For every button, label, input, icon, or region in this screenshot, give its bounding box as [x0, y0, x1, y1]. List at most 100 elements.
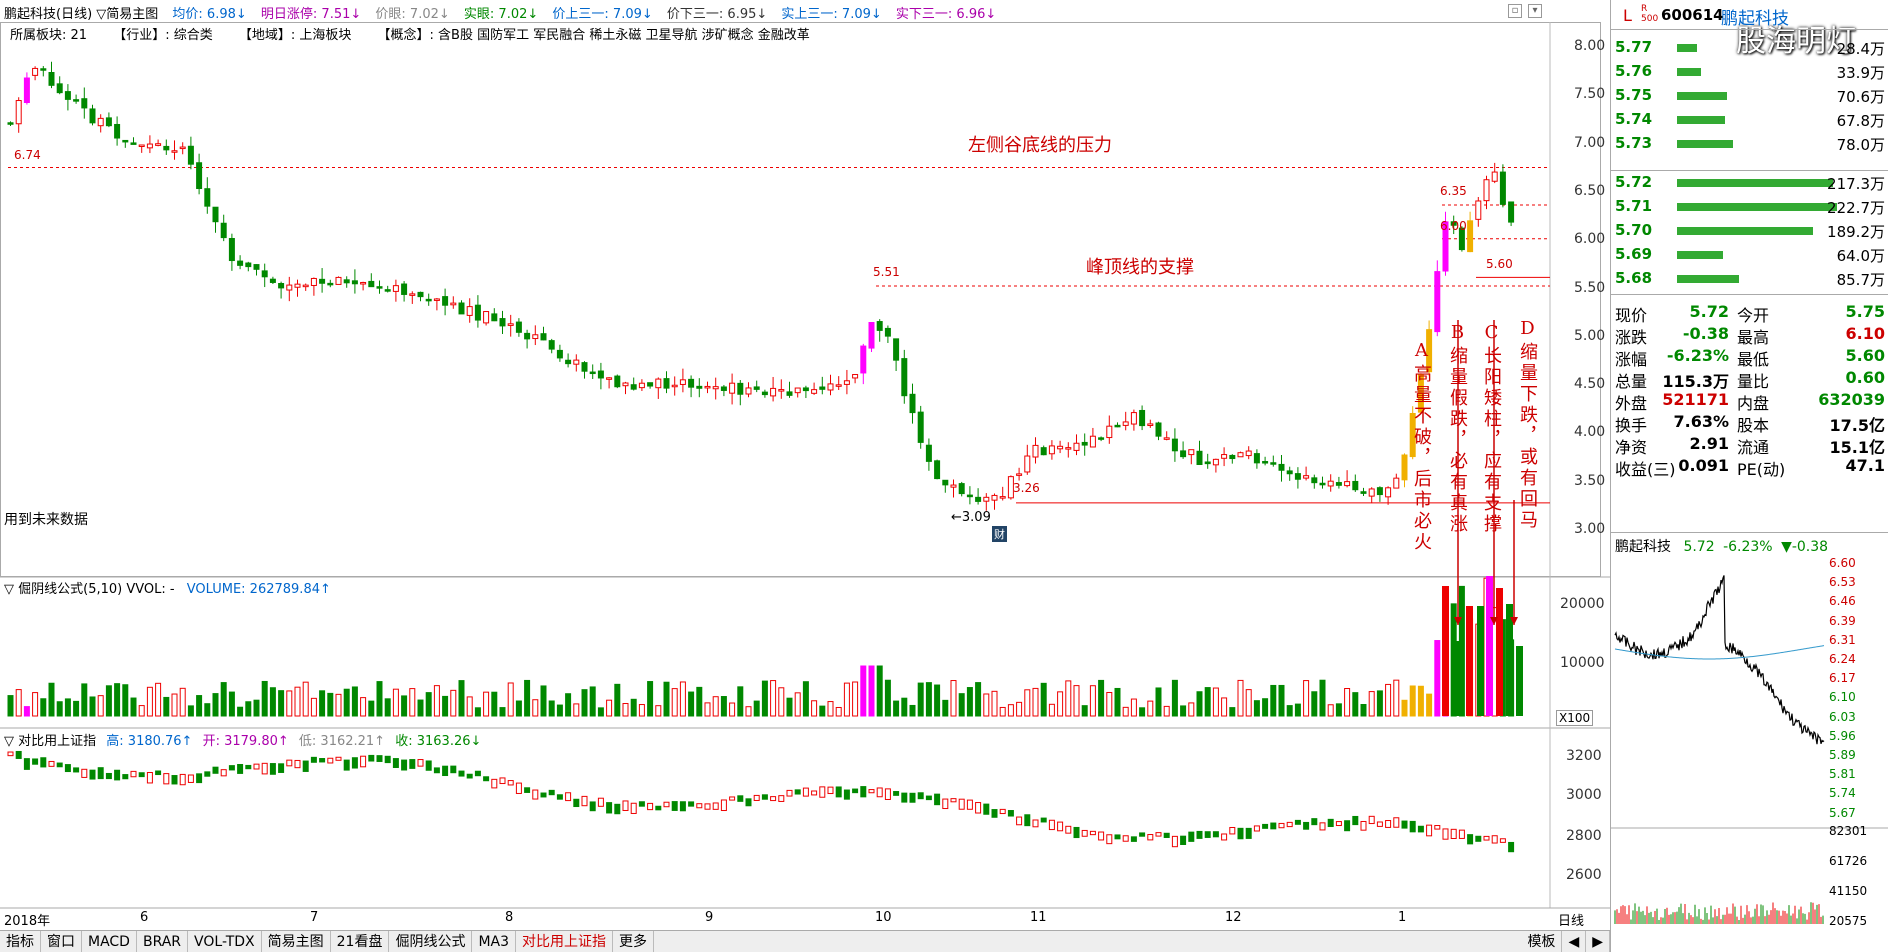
- level-560-label: 5.60: [1486, 257, 1513, 271]
- index-candle: [1376, 821, 1383, 827]
- candle-body: [712, 386, 719, 390]
- volume-bar: [983, 693, 990, 717]
- volume-bar: [917, 682, 924, 717]
- index-candle: [425, 760, 432, 771]
- candle-body: [499, 318, 506, 327]
- period-label[interactable]: 日线: [1558, 910, 1584, 929]
- chart-title[interactable]: 鹏起科技(日线) ▽简易主图: [4, 7, 158, 22]
- tab-macd[interactable]: MACD: [82, 931, 137, 952]
- volume-bar: [1229, 707, 1236, 717]
- volume-indicator-title[interactable]: ▽ 倔阴线公式(5,10) VVOL: -: [4, 582, 175, 597]
- candle-body: [1229, 454, 1236, 460]
- tab-21-watch[interactable]: 21看盘: [331, 931, 390, 952]
- candle-body: [794, 387, 801, 394]
- candle-body: [1171, 438, 1178, 452]
- candle-body: [917, 411, 924, 443]
- tab-indicator[interactable]: 指标: [0, 931, 41, 952]
- mini-axis-label: 5.96: [1829, 728, 1856, 743]
- quote-row: 涨跌 -0.38 最高 6.10: [1611, 324, 1888, 347]
- candle-body: [269, 278, 276, 283]
- order-volume: 189.2万: [1827, 223, 1885, 241]
- scroll-left-icon[interactable]: ◀: [1562, 931, 1587, 952]
- candle-body: [1262, 461, 1269, 464]
- restore-icon[interactable]: ▫: [1508, 4, 1522, 18]
- volume-bar: [89, 696, 96, 717]
- scroll-right-icon[interactable]: ▶: [1586, 931, 1610, 952]
- index-candle: [761, 794, 768, 800]
- quote-value: 632039: [1818, 390, 1885, 409]
- candle-body: [1245, 450, 1252, 457]
- volume-bar: [48, 682, 55, 717]
- index-candle: [1434, 825, 1441, 830]
- volume-bar: [909, 704, 916, 717]
- candle-body: [1122, 421, 1129, 426]
- mini-chart-header: 鹏起科技 5.72 -6.23% ▼-0.38: [1615, 536, 1828, 556]
- mini-volume-axis-label: 20575: [1829, 914, 1868, 928]
- price-axis-label: 3.00: [1574, 521, 1606, 537]
- quote-value: 0.091: [1678, 456, 1729, 475]
- volume-bar: [1409, 685, 1416, 717]
- index-candle: [261, 762, 268, 775]
- candle-body: [1344, 481, 1351, 487]
- index-candle: [1335, 821, 1342, 827]
- tab-jueyin[interactable]: 倔阴线公式: [389, 931, 473, 952]
- quote-value: 0.60: [1845, 368, 1885, 387]
- chart-canvas[interactable]: [0, 0, 1610, 930]
- stock-name[interactable]: 鹏起科技: [1721, 4, 1789, 29]
- candle-body: [23, 77, 30, 104]
- mini-axis-label: 6.17: [1829, 671, 1856, 686]
- volume-bar: [556, 704, 563, 717]
- mini-axis-label: 5.81: [1829, 767, 1856, 782]
- candle-body: [302, 284, 309, 288]
- candle-body: [909, 393, 916, 414]
- window-controls: ▫ ▾: [1508, 4, 1542, 18]
- volume-bar: [655, 705, 662, 717]
- tab-simple-chart[interactable]: 简易主图: [262, 931, 331, 952]
- quote-key: 现价: [1615, 306, 1648, 325]
- mini-price: 5.72: [1683, 539, 1715, 555]
- candle-body: [729, 382, 736, 394]
- level-635-label: 6.35: [1440, 184, 1467, 198]
- index-candle: [32, 758, 39, 765]
- candle-body: [237, 260, 244, 266]
- candle-body: [1327, 480, 1334, 487]
- tab-more[interactable]: 更多: [613, 931, 655, 952]
- index-title[interactable]: ▽ 对比用上证指: [4, 734, 96, 749]
- tab-vol-tdx[interactable]: VOL-TDX: [188, 931, 262, 952]
- tab-index-compare[interactable]: 对比用上证指: [516, 931, 614, 952]
- volume-bar: [433, 685, 440, 717]
- quote-divider: [1611, 294, 1888, 295]
- template-button[interactable]: 模板: [1521, 931, 1563, 952]
- volume-bar: [991, 690, 998, 717]
- volume-unit[interactable]: X100: [1556, 710, 1594, 726]
- candle-body: [417, 291, 424, 298]
- index-candle: [1032, 819, 1039, 828]
- tab-ma3[interactable]: MA3: [472, 931, 517, 952]
- candle-body: [1401, 454, 1408, 481]
- index-candle: [7, 751, 14, 757]
- volume-bar: [1385, 683, 1392, 717]
- volume-bar: [614, 683, 621, 717]
- order-volume: 217.3万: [1827, 175, 1885, 193]
- annotation-a: A高量不破，后市必火: [1411, 340, 1432, 553]
- stock-code[interactable]: 600614: [1661, 6, 1724, 24]
- index-candle: [1393, 817, 1400, 828]
- tab-brar[interactable]: BRAR: [137, 931, 189, 952]
- tab-window[interactable]: 窗口: [41, 931, 82, 952]
- expand-icon[interactable]: ▾: [1528, 4, 1542, 18]
- finance-badge[interactable]: 财: [992, 526, 1007, 542]
- order-bar: [1677, 227, 1813, 235]
- price-eye: 价眼: 7.02↓: [375, 7, 450, 22]
- volume-bar: [32, 692, 39, 717]
- volume-bar: [1032, 687, 1039, 717]
- volume-bar: [663, 681, 670, 717]
- volume-bar: [1106, 692, 1113, 717]
- candle-body: [622, 382, 629, 387]
- volume-bar: [458, 680, 465, 717]
- volume-bar: [884, 679, 891, 717]
- candle-body: [696, 385, 703, 389]
- index-candle: [351, 757, 358, 769]
- index-candle: [778, 795, 785, 802]
- volume-bar: [23, 706, 30, 717]
- index-candle: [630, 802, 637, 814]
